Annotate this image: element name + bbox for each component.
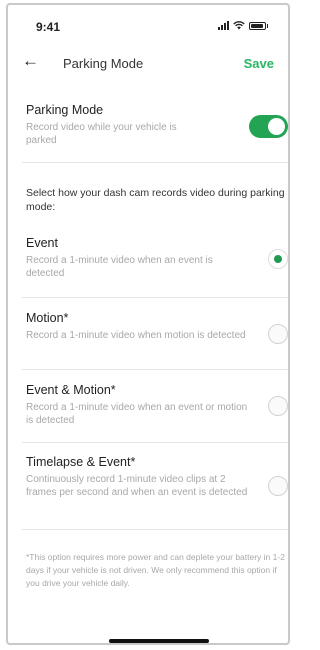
parking-mode-toggle[interactable] [249,115,288,138]
option-title: Event & Motion* [26,383,116,397]
radio-timelapse-event[interactable] [268,476,288,496]
battery-cap [267,23,268,28]
page-title: Parking Mode [63,56,144,71]
battery-icon [249,21,266,30]
option-description: Continuously record 1-minute video clips… [26,474,248,498]
option-description: Record a 1-minute video when an event or… [26,402,248,426]
toggle-knob [268,118,285,135]
status-icons [218,21,268,30]
option-description: Record a 1-minute video when an event is… [26,255,213,279]
radio-event[interactable] [268,249,288,269]
option-title: Event [26,236,58,250]
status-time: 9:41 [36,20,61,34]
phone-frame: 9:41 ← Parking Mode Save Parking Mode Re… [6,3,290,645]
footnote-text: *This option requires more power and can… [26,552,285,588]
radio-event-motion[interactable] [268,396,288,416]
parking-mode-title: Parking Mode [26,103,104,117]
cellular-signal-icon [218,21,229,30]
status-bar: 9:41 [8,5,288,43]
divider [22,442,288,443]
option-timelapse-event[interactable]: Timelapse & Event* Continuously record 1… [26,455,251,499]
nav-header: ← Parking Mode Save [8,49,288,81]
option-title: Motion* [26,311,69,325]
radio-motion[interactable] [268,324,288,344]
divider [22,529,288,530]
instruction-text: Select how your dash cam records video d… [26,187,285,213]
divider [22,162,288,163]
wifi-icon [233,21,245,30]
option-event-motion[interactable]: Event & Motion* Record a 1-minute video … [26,383,251,427]
divider [22,369,288,370]
save-button[interactable]: Save [244,56,274,71]
option-motion[interactable]: Motion* Record a 1-minute video when mot… [26,311,251,342]
arrow-left-icon[interactable]: ← [22,51,39,71]
radio-selected-dot [274,255,282,263]
option-title: Timelapse & Event* [26,455,136,469]
parking-mode-description: Record video while your vehicle is parke… [26,122,177,146]
home-indicator[interactable] [109,639,209,643]
option-description: Record a 1-minute video when motion is d… [26,330,246,341]
option-event[interactable]: Event Record a 1-minute video when an ev… [26,236,251,280]
parking-mode-setting: Parking Mode Record video while your veh… [26,103,206,147]
divider [22,297,288,298]
